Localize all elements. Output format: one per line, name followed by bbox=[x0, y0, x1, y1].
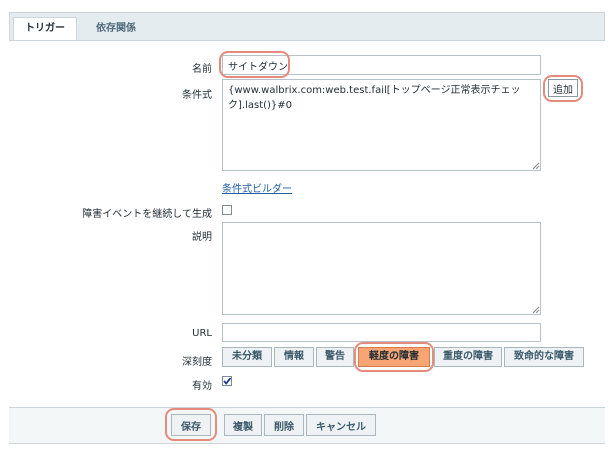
checkmark-icon bbox=[223, 377, 232, 385]
severity-disaster[interactable]: 致命的な障害 bbox=[504, 347, 584, 367]
add-expression-button[interactable]: 追加 bbox=[548, 79, 578, 97]
severity-label: 深刻度 bbox=[182, 357, 212, 368]
expression-textarea[interactable]: {www.walbrix.com:web.test.fail[トップページ正常表… bbox=[222, 79, 541, 171]
name-input[interactable] bbox=[222, 55, 541, 75]
severity-average[interactable]: 軽度の障害 bbox=[358, 347, 430, 367]
severity-information[interactable]: 情報 bbox=[274, 347, 314, 367]
clone-button[interactable]: 複製 bbox=[224, 414, 262, 436]
resize-grip-icon[interactable] bbox=[532, 162, 540, 170]
severity-not-classified[interactable]: 未分類 bbox=[222, 347, 272, 367]
severity-warning[interactable]: 警告 bbox=[316, 347, 354, 367]
enabled-label: 有効 bbox=[192, 381, 212, 392]
description-textarea[interactable] bbox=[222, 222, 541, 315]
description-label: 説明 bbox=[192, 232, 212, 243]
url-label: URL bbox=[192, 328, 212, 339]
name-label: 名前 bbox=[192, 64, 212, 75]
tab-divider bbox=[9, 40, 605, 41]
save-button[interactable]: 保存 bbox=[171, 414, 211, 436]
multiple-events-label: 障害イベントを継続して生成 bbox=[82, 209, 212, 220]
resize-grip-icon[interactable] bbox=[532, 306, 540, 314]
tab-dependencies[interactable]: 依存関係 bbox=[84, 19, 148, 41]
enabled-checkbox[interactable] bbox=[222, 376, 232, 386]
expression-label: 条件式 bbox=[182, 90, 212, 101]
tab-trigger[interactable]: トリガー bbox=[13, 17, 77, 41]
multiple-events-checkbox[interactable] bbox=[222, 205, 232, 215]
url-input[interactable] bbox=[222, 323, 541, 342]
cancel-button[interactable]: キャンセル bbox=[306, 414, 376, 436]
expression-builder-link[interactable]: 条件式ビルダー bbox=[222, 180, 292, 195]
tab-bar: トリガー 依存関係 bbox=[9, 12, 605, 41]
severity-high[interactable]: 重度の障害 bbox=[434, 347, 502, 367]
delete-button[interactable]: 削除 bbox=[264, 414, 304, 436]
